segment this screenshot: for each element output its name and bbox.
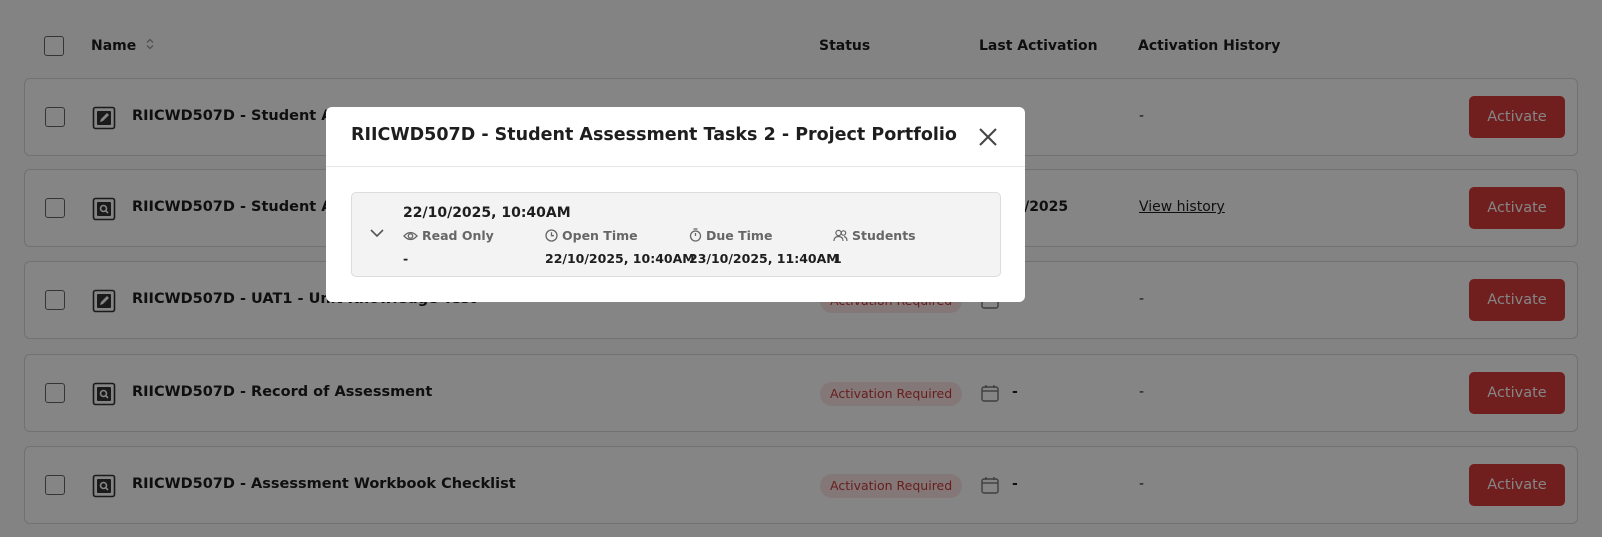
clock-icon: [545, 229, 558, 242]
stopwatch-icon: [689, 228, 702, 242]
chevron-down-icon[interactable]: [370, 228, 384, 238]
read-only-label: Read Only: [403, 228, 494, 243]
modal-title: RIICWD507D - Student Assessment Tasks 2 …: [351, 125, 957, 145]
read-only-value: -: [403, 251, 409, 266]
students-label-text: Students: [852, 228, 916, 243]
due-time-label-text: Due Time: [706, 228, 773, 243]
students-value: 1: [833, 251, 842, 266]
modal-header: RIICWD507D - Student Assessment Tasks 2 …: [326, 107, 1025, 167]
open-time-value: 22/10/2025, 10:40AM: [545, 251, 695, 266]
entry-date: 22/10/2025, 10:40AM: [403, 205, 571, 221]
read-only-label-text: Read Only: [422, 228, 494, 243]
eye-icon: [403, 231, 418, 241]
users-icon: [833, 229, 848, 242]
open-time-label: Open Time: [545, 228, 638, 243]
close-icon[interactable]: [977, 126, 999, 148]
activation-history-modal: RIICWD507D - Student Assessment Tasks 2 …: [326, 107, 1025, 302]
activation-entry: 22/10/2025, 10:40AM Read Only - Open Tim…: [351, 192, 1001, 277]
open-time-label-text: Open Time: [562, 228, 638, 243]
students-label: Students: [833, 228, 916, 243]
due-time-value: 23/10/2025, 11:40AM: [689, 251, 839, 266]
due-time-label: Due Time: [689, 228, 772, 243]
